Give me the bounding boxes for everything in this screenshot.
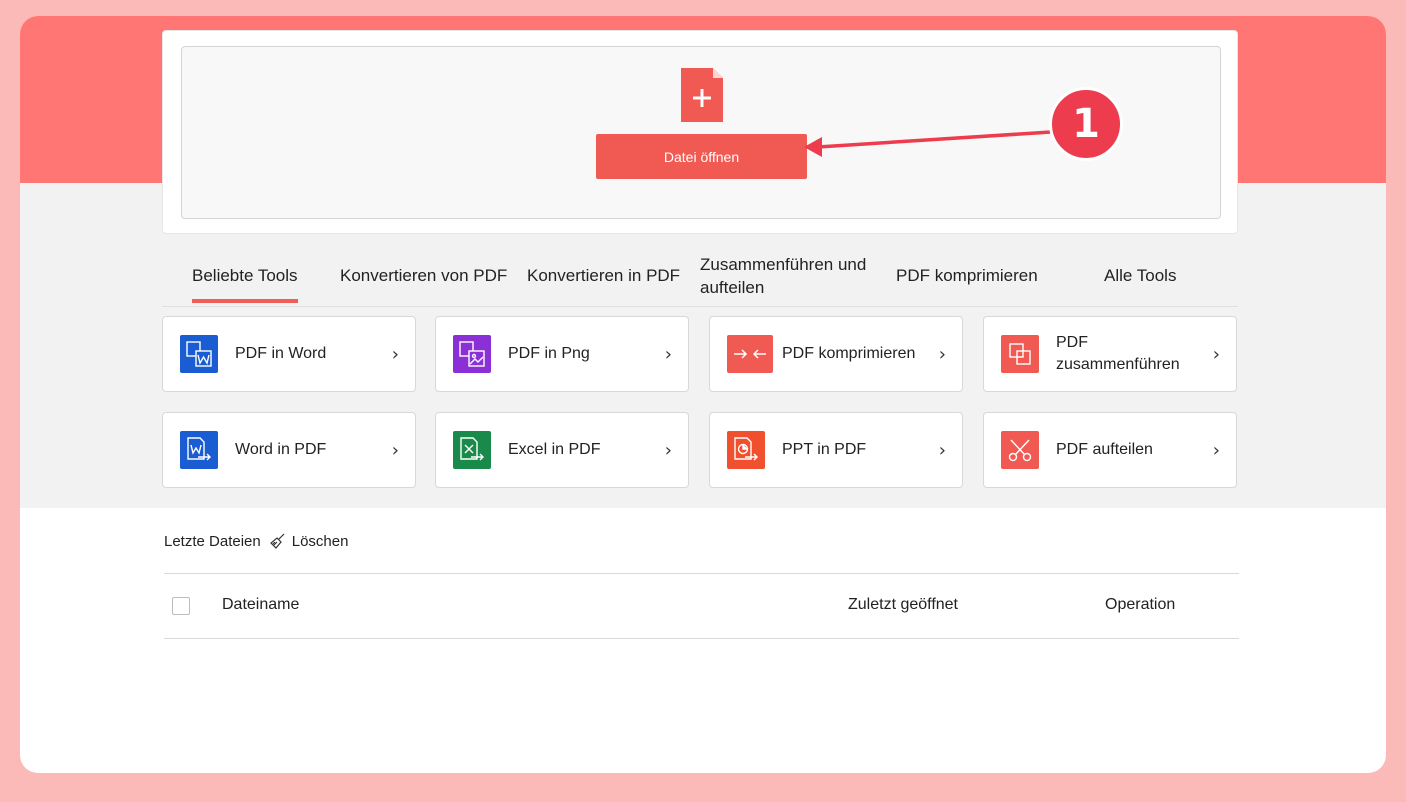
split-icon bbox=[1001, 431, 1039, 469]
compress-icon bbox=[727, 335, 773, 373]
tool-word-to-pdf[interactable]: Word in PDF › bbox=[162, 412, 416, 488]
tab-compress-pdf[interactable]: PDF komprimieren bbox=[896, 248, 1038, 305]
chevron-right-icon: › bbox=[938, 439, 946, 461]
merge-icon bbox=[1001, 335, 1039, 373]
excel-to-pdf-icon bbox=[453, 431, 491, 469]
tool-excel-to-pdf[interactable]: Excel in PDF › bbox=[435, 412, 689, 488]
tab-popular-tools[interactable]: Beliebte Tools bbox=[192, 248, 298, 305]
tool-label: PPT in PDF bbox=[782, 441, 867, 459]
tool-compress-pdf[interactable]: PDF komprimieren › bbox=[709, 316, 963, 392]
tool-label: PDF zusammenführen bbox=[1056, 334, 1180, 373]
recent-files-header: Letzte Dateien Löschen bbox=[164, 528, 348, 554]
tool-label: Excel in PDF bbox=[508, 441, 601, 459]
tool-label: PDF in Png bbox=[508, 345, 590, 363]
tool-pdf-to-word[interactable]: PDF in Word › bbox=[162, 316, 416, 392]
chevron-right-icon: › bbox=[1212, 343, 1220, 365]
tool-merge-pdf[interactable]: PDF zusammenführen › bbox=[983, 316, 1237, 392]
chevron-right-icon: › bbox=[664, 439, 672, 461]
tool-label: Word in PDF bbox=[235, 441, 327, 459]
tab-convert-to-pdf[interactable]: Konvertieren in PDF bbox=[527, 248, 680, 305]
column-last-opened[interactable]: Zuletzt geöffnet bbox=[848, 574, 958, 636]
tool-label: PDF in Word bbox=[235, 345, 327, 363]
ppt-to-pdf-icon bbox=[727, 431, 765, 469]
clear-recent-button[interactable]: Löschen bbox=[269, 532, 349, 550]
chevron-right-icon: › bbox=[1212, 439, 1220, 461]
file-add-icon bbox=[681, 68, 723, 122]
tool-tabs: Beliebte Tools Konvertieren von PDF Konv… bbox=[162, 248, 1238, 307]
recent-files-title: Letzte Dateien bbox=[164, 532, 261, 550]
column-file-name[interactable]: Dateiname bbox=[222, 574, 299, 636]
tab-all-tools[interactable]: Alle Tools bbox=[1104, 248, 1176, 305]
tool-split-pdf[interactable]: PDF aufteilen › bbox=[983, 412, 1237, 488]
open-file-button[interactable]: Datei öffnen bbox=[596, 134, 807, 179]
tool-pdf-to-png[interactable]: PDF in Png › bbox=[435, 316, 689, 392]
tab-merge-split[interactable]: Zusammenführen und aufteilen bbox=[700, 248, 890, 305]
chevron-right-icon: › bbox=[938, 343, 946, 365]
clear-label: Löschen bbox=[291, 532, 349, 550]
tool-label: PDF komprimieren bbox=[782, 345, 916, 363]
pdf-to-png-icon bbox=[453, 335, 491, 373]
recent-files-table-header: Dateiname Zuletzt geöffnet Operation bbox=[164, 573, 1239, 639]
tab-convert-from-pdf[interactable]: Konvertieren von PDF bbox=[340, 248, 507, 305]
app-window: Datei öffnen 1 Beliebte Tools Konvertier… bbox=[20, 16, 1386, 773]
word-to-pdf-icon bbox=[180, 431, 218, 469]
select-all-checkbox[interactable] bbox=[172, 597, 190, 615]
chevron-right-icon: › bbox=[664, 343, 672, 365]
broom-icon bbox=[269, 533, 285, 549]
pdf-to-word-icon bbox=[180, 335, 218, 373]
column-operation: Operation bbox=[1105, 596, 1176, 613]
tool-label: PDF aufteilen bbox=[1056, 441, 1153, 459]
chevron-right-icon: › bbox=[391, 343, 399, 365]
chevron-right-icon: › bbox=[391, 439, 399, 461]
tool-ppt-to-pdf[interactable]: PPT in PDF › bbox=[709, 412, 963, 488]
step-badge: 1 bbox=[1049, 87, 1123, 161]
